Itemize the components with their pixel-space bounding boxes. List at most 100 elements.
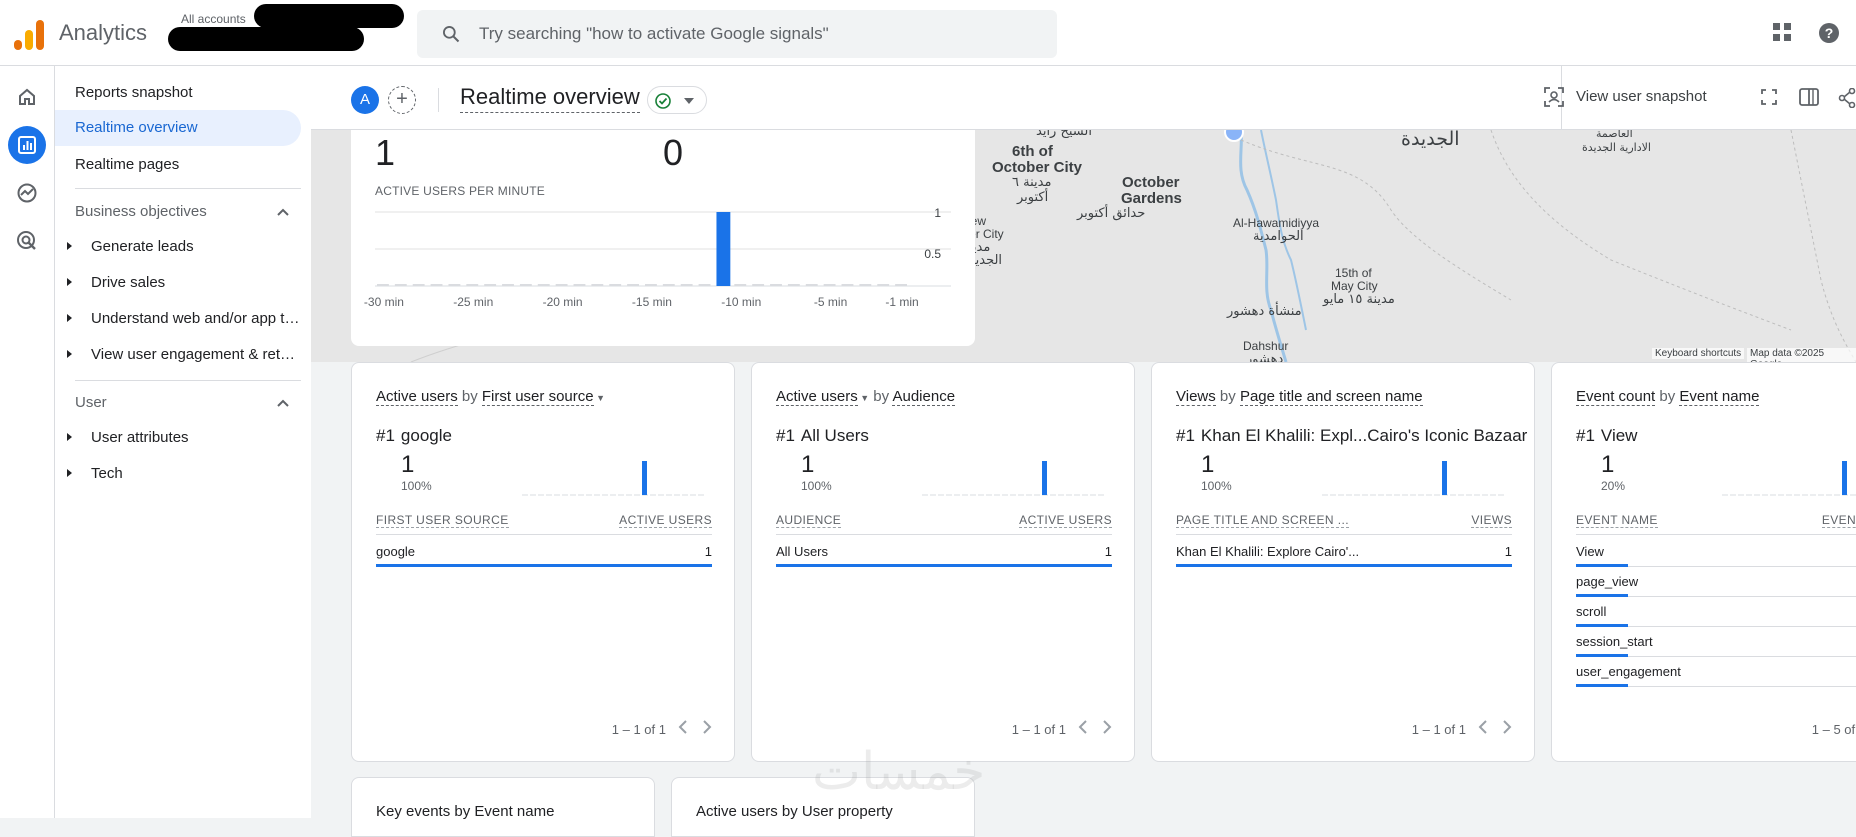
chevron-right-icon[interactable]	[702, 720, 712, 734]
table-row[interactable]: scroll1	[1576, 597, 1856, 627]
top-item-metric: 1	[1201, 451, 1215, 478]
redacted-account-name	[254, 4, 404, 28]
map-label: دهشور	[1246, 352, 1284, 362]
keyboard-shortcuts-link[interactable]: Keyboard shortcuts	[1652, 348, 1745, 359]
nav-item-tech[interactable]: Tech	[91, 465, 301, 482]
row-share-bar	[376, 564, 712, 567]
sparkline-chart	[522, 461, 704, 496]
metric-selector[interactable]: Active users	[776, 388, 858, 406]
column-header[interactable]: FIRST USER SOURCE	[376, 513, 509, 528]
table-row[interactable]: user_engagement1	[1576, 657, 1856, 687]
dimension-selector[interactable]: First user source	[481, 388, 594, 406]
home-icon[interactable]	[8, 78, 46, 116]
metric-selector[interactable]: Active users	[376, 388, 458, 406]
expand-arrow-icon[interactable]	[67, 242, 72, 250]
active-users-30min-value: 1	[375, 132, 396, 173]
chevron-left-icon[interactable]	[678, 720, 688, 734]
dimension-selector[interactable]: Event name	[1679, 388, 1760, 406]
chevron-right-icon[interactable]	[1502, 720, 1512, 734]
column-header[interactable]: EVENT COUNT	[1821, 513, 1856, 528]
nav-item-realtime-pages[interactable]: Realtime pages	[75, 156, 179, 173]
metric-card: Views by Page title and screen name #1 Kha…	[1151, 362, 1535, 762]
metric-selector[interactable]: Views	[1176, 388, 1216, 406]
column-header[interactable]: EVENT NAME	[1576, 513, 1658, 528]
apps-grid-icon[interactable]	[1772, 22, 1792, 42]
expand-arrow-icon[interactable]	[67, 314, 72, 322]
key-events-card-title: Key events by Event name	[376, 803, 555, 820]
by-label: by	[461, 388, 478, 405]
fullscreen-icon[interactable]	[1761, 89, 1777, 105]
table-row[interactable]: google 1	[376, 537, 712, 567]
key-events-card: Key events by Event name	[351, 777, 655, 837]
nav-item-drive-sales[interactable]: Drive sales	[91, 274, 301, 291]
rank-label: #1	[1176, 426, 1195, 445]
sparkline-bar	[642, 461, 647, 495]
search-input[interactable]	[479, 22, 1039, 46]
table-row[interactable]: All Users 1	[776, 537, 1112, 567]
table-row[interactable]: Khan El Khalili: Explore Cairo'... 1	[1176, 537, 1512, 567]
top-item-value: google	[400, 426, 452, 445]
nav-item-reports-snapshot[interactable]: Reports snapshot	[75, 84, 193, 101]
reports-icon[interactable]	[8, 126, 46, 164]
user-property-card-title: Active users by User property	[696, 803, 893, 820]
share-icon[interactable]	[1838, 88, 1856, 108]
nav-item-understand-traffic[interactable]: Understand web and/or app traffic	[91, 310, 301, 327]
caret-down-icon[interactable]: ▼	[594, 393, 605, 403]
column-header[interactable]: AUDIENCE	[776, 513, 842, 528]
expand-arrow-icon[interactable]	[67, 278, 72, 286]
expand-arrow-icon[interactable]	[67, 469, 72, 477]
card-title: Active users by First user source ▼	[376, 388, 605, 406]
add-comparison-button[interactable]: +	[388, 86, 416, 114]
chevron-up-icon[interactable]	[277, 399, 289, 407]
nav-item-label: Realtime overview	[75, 119, 198, 136]
nav-item-generate-leads[interactable]: Generate leads	[91, 238, 301, 255]
column-header[interactable]: ACTIVE USERS	[619, 513, 712, 528]
table-row[interactable]: page_view1	[1576, 567, 1856, 597]
nav-section-user[interactable]: User	[75, 394, 107, 411]
chevron-left-icon[interactable]	[1478, 720, 1488, 734]
expand-arrow-icon[interactable]	[67, 350, 72, 358]
analytics-logo-icon[interactable]	[14, 20, 44, 50]
column-header[interactable]: PAGE TITLE AND SCREEN ...	[1176, 513, 1349, 528]
nav-item-user-engagement[interactable]: View user engagement & retention	[91, 346, 301, 363]
x-tick-label: -25 min	[453, 295, 493, 309]
map-label: العاصمة	[1596, 130, 1633, 140]
top-item-percent: 100%	[401, 479, 432, 493]
search-box[interactable]	[417, 10, 1057, 58]
chevron-up-icon[interactable]	[277, 208, 289, 216]
chevron-right-icon[interactable]	[1102, 720, 1112, 734]
map-label: الحوامدية	[1253, 229, 1304, 244]
column-header[interactable]: VIEWS	[1471, 513, 1512, 528]
rank-label: #1	[1576, 426, 1595, 445]
active-users-per-minute-chart[interactable]: 1 0.5 -30 min -25 min -20 min -15 min -10 min -…	[351, 200, 975, 320]
status-dropdown[interactable]	[647, 86, 707, 114]
view-user-snapshot-button[interactable]: View user snapshot	[1544, 87, 1707, 107]
dimension-selector[interactable]: Page title and screen name	[1239, 388, 1423, 406]
advertising-icon[interactable]	[8, 222, 46, 260]
expand-arrow-icon[interactable]	[67, 433, 72, 441]
table-header: FIRST USER SOURCE ACTIVE USERS	[376, 511, 712, 535]
dimension-selector[interactable]: Audience	[892, 388, 956, 406]
metric-selector[interactable]: Event count	[1576, 388, 1656, 406]
nav-section-business-objectives[interactable]: Business objectives	[75, 203, 207, 220]
help-icon[interactable]: ?	[1818, 22, 1840, 44]
chevron-left-icon[interactable]	[1078, 720, 1088, 734]
x-tick-label: -20 min	[543, 295, 583, 309]
top-item-value: All Users	[800, 426, 869, 445]
redacted-property-name	[168, 27, 364, 51]
nav-item-realtime-overview[interactable]: Realtime overview	[55, 110, 301, 146]
nav-item-user-attributes[interactable]: User attributes	[91, 429, 301, 446]
comparison-avatar[interactable]: A	[351, 86, 379, 114]
top-item: #1 google	[376, 426, 452, 446]
table-row[interactable]: View1	[1576, 537, 1856, 567]
column-header[interactable]: ACTIVE USERS	[1019, 513, 1112, 528]
explore-icon[interactable]	[8, 174, 46, 212]
account-selector-label[interactable]: All accounts	[181, 12, 246, 26]
by-label: by	[1659, 388, 1676, 405]
bar[interactable]	[716, 212, 731, 286]
table-row[interactable]: session_start1	[1576, 627, 1856, 657]
map-label: Gardens	[1121, 190, 1182, 207]
compare-icon[interactable]	[1799, 88, 1819, 106]
caret-down-icon[interactable]: ▼	[858, 393, 869, 403]
left-rail	[0, 66, 55, 818]
